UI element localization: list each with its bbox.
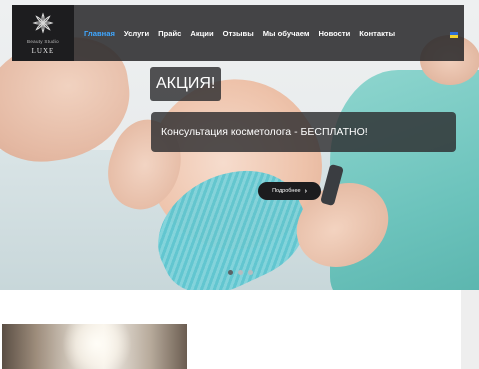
slider-dot-3[interactable] (248, 270, 253, 275)
slide-caption: Консультация косметолога - БЕСПЛАТНО! (151, 112, 456, 152)
flower-logo-icon (32, 12, 54, 34)
logo-sub-text: LUXE (31, 47, 55, 55)
nav-item-home[interactable]: Главная (84, 29, 115, 38)
chevron-right-icon: › (304, 187, 307, 195)
nav-menu: Главная Услуги Прайс Акции Отзывы Мы обу… (84, 5, 404, 61)
nav-item-contacts[interactable]: Контакты (359, 29, 395, 38)
slider-dot-1[interactable] (228, 270, 233, 275)
more-details-label: Подробнее (272, 188, 301, 194)
nav-item-prices[interactable]: Прайс (158, 29, 181, 38)
site-logo[interactable]: Beauty Studio LUXE (12, 5, 74, 61)
logo-brand-text: Beauty Studio (27, 39, 59, 44)
nav-item-promotions[interactable]: Акции (190, 29, 213, 38)
ukraine-flag-icon[interactable] (450, 32, 458, 38)
slider-pagination (228, 270, 253, 275)
nav-item-news[interactable]: Новости (318, 29, 350, 38)
nav-item-services[interactable]: Услуги (124, 29, 149, 38)
slide-title: АКЦИЯ! (150, 67, 222, 101)
nav-item-training[interactable]: Мы обучаем (263, 29, 310, 38)
page: АКЦИЯ! Консультация косметолога - БЕСПЛА… (0, 0, 479, 369)
more-details-button[interactable]: Подробнее › (258, 182, 321, 200)
content-thumbnail-image[interactable] (2, 324, 187, 369)
slider-dot-2[interactable] (238, 270, 243, 275)
side-panel-edge (461, 290, 479, 369)
main-navbar: Beauty Studio LUXE Главная Услуги Прайс … (12, 5, 464, 61)
nav-item-reviews[interactable]: Отзывы (223, 29, 254, 38)
